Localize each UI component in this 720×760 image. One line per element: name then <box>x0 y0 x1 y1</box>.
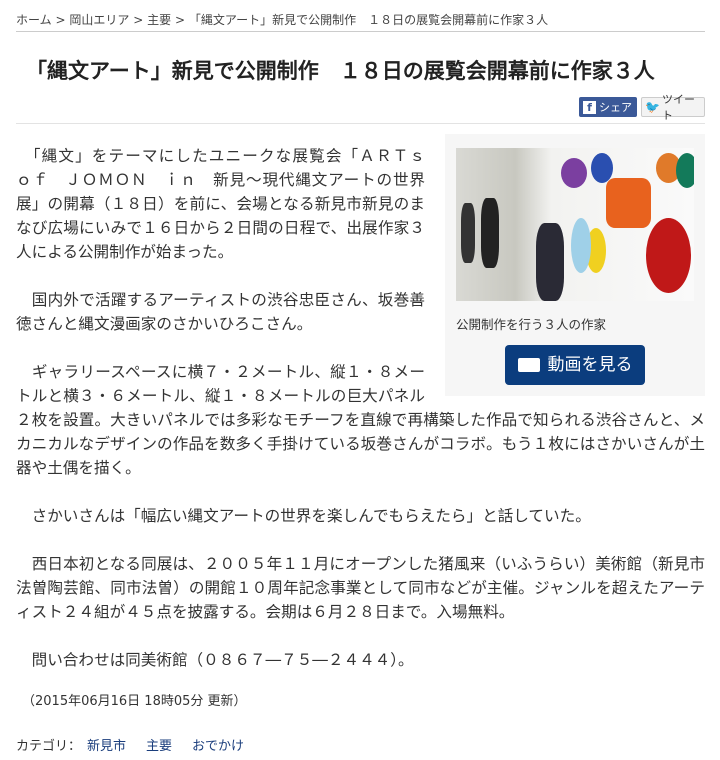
category-list: カテゴリ： 新見市 主要 おでかけ <box>16 735 705 754</box>
facebook-share-button[interactable]: f シェア <box>579 97 637 117</box>
category-link-main[interactable]: 主要 <box>146 739 172 754</box>
facebook-icon: f <box>583 100 596 114</box>
breadcrumb-main[interactable]: 主要 <box>147 13 171 27</box>
paragraph: 西日本初となる同展は、２００５年１１月にオープンした猪風来（いふうらい）美術館（… <box>16 555 705 621</box>
breadcrumb-sep: > <box>133 13 144 27</box>
article-body: 公開制作を行う３人の作家 動画を見る 「縄文」をテーマにしたユニークな展覧会「Ａ… <box>16 134 705 672</box>
photo-caption: 公開制作を行う３人の作家 <box>456 317 607 332</box>
twitter-tweet-button[interactable]: 🐦 ツイート <box>641 93 705 122</box>
breadcrumb: ホーム > 岡山エリア > 主要 > 「縄文アート」新見で公開制作 １８日の展覧… <box>16 0 705 32</box>
watch-video-button[interactable]: 動画を見る <box>505 345 645 385</box>
category-label: カテゴリ： <box>16 739 82 754</box>
breadcrumb-current: 「縄文アート」新見で公開制作 １８日の展覧会開幕前に作家３人 <box>188 13 549 27</box>
divider <box>16 123 705 124</box>
page-title: 「縄文アート」新見で公開制作 １８日の展覧会開幕前に作家３人 <box>26 59 655 83</box>
category-link-niimi[interactable]: 新見市 <box>87 739 126 754</box>
breadcrumb-sep: > <box>174 13 185 27</box>
share-bar: f シェア 🐦 ツイート <box>16 93 705 122</box>
breadcrumb-home[interactable]: ホーム <box>16 13 52 27</box>
paragraph: さかいさんは「幅広い縄文アートの世界を楽しんでもらえたら」と話していた。 <box>16 507 591 525</box>
article-photo[interactable] <box>456 148 694 301</box>
tweet-label: ツイート <box>661 93 695 122</box>
figure-box: 公開制作を行う３人の作家 動画を見る <box>445 134 705 396</box>
video-camera-icon <box>517 358 540 372</box>
category-link-odekake[interactable]: おでかけ <box>192 739 244 754</box>
twitter-bird-icon: 🐦 <box>645 100 660 114</box>
updated-timestamp: （2015年06月16日 18時05分 更新） <box>22 694 247 709</box>
breadcrumb-okayama[interactable]: 岡山エリア <box>69 13 129 27</box>
facebook-share-label: シェア <box>599 101 632 114</box>
paragraph: 問い合わせは同美術館（０８６７―７５―２４４４）。 <box>16 651 414 669</box>
breadcrumb-sep: > <box>55 13 66 27</box>
watch-video-label: 動画を見る <box>547 355 633 375</box>
